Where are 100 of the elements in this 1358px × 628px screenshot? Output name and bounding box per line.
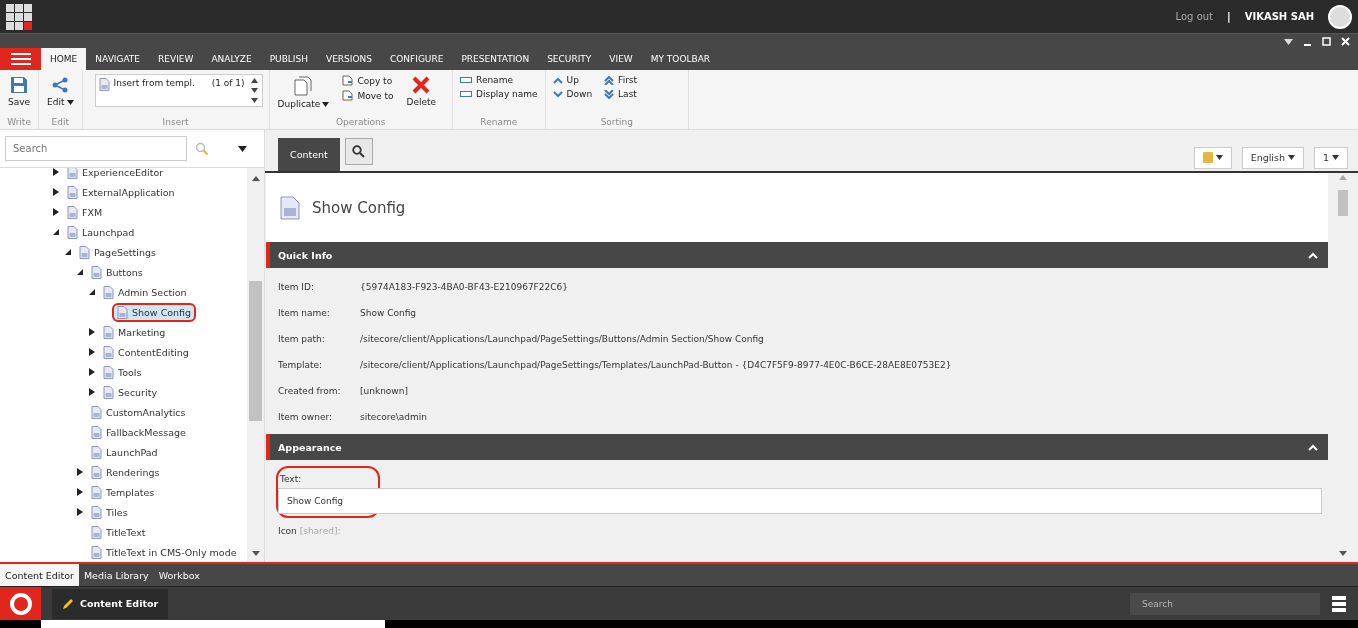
collapse-chevron-icon[interactable]	[1308, 443, 1318, 451]
ribbon-tab[interactable]: CONFIGURE	[380, 48, 453, 70]
search-button[interactable]	[344, 138, 373, 165]
collapse-arrow-icon[interactable]	[76, 268, 84, 276]
expand-arrow-icon[interactable]	[88, 368, 96, 376]
collapse-chevron-icon[interactable]	[1308, 251, 1318, 259]
logout-link[interactable]: Log out	[1175, 11, 1214, 22]
scrollbar-thumb[interactable]	[1338, 190, 1348, 216]
language-dropdown-button[interactable]: English	[1241, 146, 1304, 169]
delete-button[interactable]: Delete	[404, 74, 439, 109]
scroll-down-arrow-icon[interactable]	[251, 551, 260, 556]
avatar[interactable]	[1328, 4, 1352, 29]
version-dropdown-button[interactable]: 1	[1313, 146, 1348, 169]
search-field[interactable]: Search	[1130, 592, 1320, 615]
expand-arrow-icon[interactable]	[88, 388, 96, 396]
expand-arrow-icon[interactable]	[88, 348, 96, 356]
tree-item[interactable]: Security	[100, 384, 160, 400]
bottom-tab[interactable]: Media Library	[78, 564, 154, 586]
ribbon-tab[interactable]: SECURITY	[538, 48, 601, 70]
tree-item[interactable]: ContentEditing	[100, 344, 192, 360]
ribbon-tab[interactable]: REVIEW	[149, 48, 203, 70]
expand-arrow-icon[interactable]	[76, 488, 84, 496]
scroll-up-arrow-icon[interactable]	[251, 176, 260, 181]
tree-item[interactable]: LaunchPad	[88, 444, 161, 460]
edit-dropdown-button[interactable]: Edit	[45, 74, 76, 109]
tree-item[interactable]: Launchpad	[64, 224, 138, 240]
database-dropdown-button[interactable]	[1193, 146, 1232, 169]
up-button[interactable]: Up	[551, 74, 594, 86]
dropdown-triangle-icon[interactable]	[1284, 36, 1293, 46]
search-icon	[352, 145, 366, 158]
section-header[interactable]: Quick Info	[266, 242, 1328, 268]
tree-item[interactable]: FallbackMessage	[88, 424, 189, 440]
save-button[interactable]: Save	[6, 74, 33, 109]
editor-tab[interactable]: Content	[278, 138, 340, 171]
ribbon-tab[interactable]: NAVIGATE	[86, 48, 150, 70]
ribbon-tab[interactable]: VIEW	[600, 48, 642, 70]
tree-item[interactable]: Show Config	[112, 302, 197, 322]
expand-arrow-icon[interactable]	[76, 468, 84, 476]
tree-item[interactable]: ExternalApplication	[64, 184, 178, 200]
expand-arrow-icon[interactable]	[88, 328, 96, 336]
group-title: Insert	[161, 117, 190, 129]
menu-button[interactable]	[0, 48, 41, 70]
ribbon-tab[interactable]: PRESENTATION	[452, 48, 539, 70]
server-icon[interactable]	[1332, 595, 1346, 612]
down-button[interactable]: Down	[551, 88, 594, 100]
collapse-arrow-icon[interactable]	[88, 288, 96, 296]
duplicate-button[interactable]: Duplicate	[275, 74, 332, 111]
bottom-tab[interactable]: Workbox	[153, 564, 205, 586]
item-title: Show Config	[312, 198, 406, 217]
ribbon-tab[interactable]: PUBLISH	[260, 48, 317, 70]
expand-arrow-icon[interactable]	[52, 188, 60, 196]
field-value: [unknown]	[360, 385, 409, 398]
last-button[interactable]: Last	[603, 88, 639, 100]
ribbon-tab[interactable]: ANALYZE	[202, 48, 261, 70]
search-field[interactable]: Search	[5, 136, 187, 161]
section-header[interactable]: Appearance	[266, 434, 1328, 460]
first-button[interactable]: First	[603, 74, 639, 86]
scroll-arrows-icon[interactable]	[251, 77, 259, 104]
tree-item[interactable]: Admin Section	[100, 284, 190, 300]
bottom-tab[interactable]: Content Editor	[0, 564, 79, 586]
scrollbar-thumb[interactable]	[249, 281, 262, 421]
expand-arrow-icon[interactable]	[76, 508, 84, 516]
dropdown-triangle-icon[interactable]	[238, 145, 247, 152]
rename-button[interactable]: Rename	[459, 74, 539, 86]
tree-item[interactable]: FXM	[64, 204, 106, 220]
tree-item[interactable]: Tiles	[88, 504, 131, 520]
logo-icon[interactable]	[0, 586, 41, 621]
tree-item[interactable]: CustomAnalytics	[88, 404, 189, 420]
maximize-icon[interactable]	[1322, 36, 1331, 46]
tree-item[interactable]: TitleText	[88, 524, 149, 540]
tree-item[interactable]: Renderings	[88, 464, 163, 480]
caret-icon	[1332, 155, 1339, 160]
expand-arrow-icon[interactable]	[52, 208, 60, 216]
field-label: Icon [shared]:	[278, 526, 342, 536]
tree-item[interactable]: PageSettings	[76, 244, 159, 260]
field-value: {5974A183-F923-4BA0-BF43-E210967F22C6}	[360, 281, 569, 294]
close-icon[interactable]	[1341, 36, 1350, 46]
tree-item[interactable]: ExperienceEditor	[64, 168, 167, 180]
tree-item[interactable]: Buttons	[88, 264, 146, 280]
field-value: Show Config	[360, 307, 418, 320]
scroll-down-arrow-icon[interactable]	[1339, 551, 1347, 556]
taskbar-app-button[interactable]: Content Editor	[52, 588, 169, 619]
copy-to-button[interactable]: Copy to	[341, 74, 395, 87]
app-grid-icon[interactable]	[6, 3, 32, 30]
collapse-arrow-icon[interactable]	[64, 248, 72, 256]
tree-item[interactable]: Tools	[100, 364, 145, 380]
display-name-button[interactable]: Display name	[459, 88, 539, 100]
tree-item[interactable]: Marketing	[100, 324, 169, 340]
ribbon-tab[interactable]: VERSIONS	[316, 48, 381, 70]
ribbon-tab[interactable]: HOME	[41, 48, 87, 70]
pencil-icon	[62, 597, 74, 610]
collapse-arrow-icon[interactable]	[52, 228, 60, 236]
tree-item[interactable]: Templates	[88, 484, 158, 500]
ribbon-tab[interactable]: MY TOOLBAR	[641, 48, 720, 70]
input-field[interactable]: Show Config	[278, 488, 1322, 514]
expand-arrow-icon[interactable]	[52, 168, 60, 176]
move-to-button[interactable]: Move to	[341, 89, 395, 102]
tree-item[interactable]: TitleText in CMS-Only mode	[88, 544, 240, 560]
scrollbar[interactable]	[247, 168, 264, 562]
move-page-icon	[342, 90, 354, 101]
